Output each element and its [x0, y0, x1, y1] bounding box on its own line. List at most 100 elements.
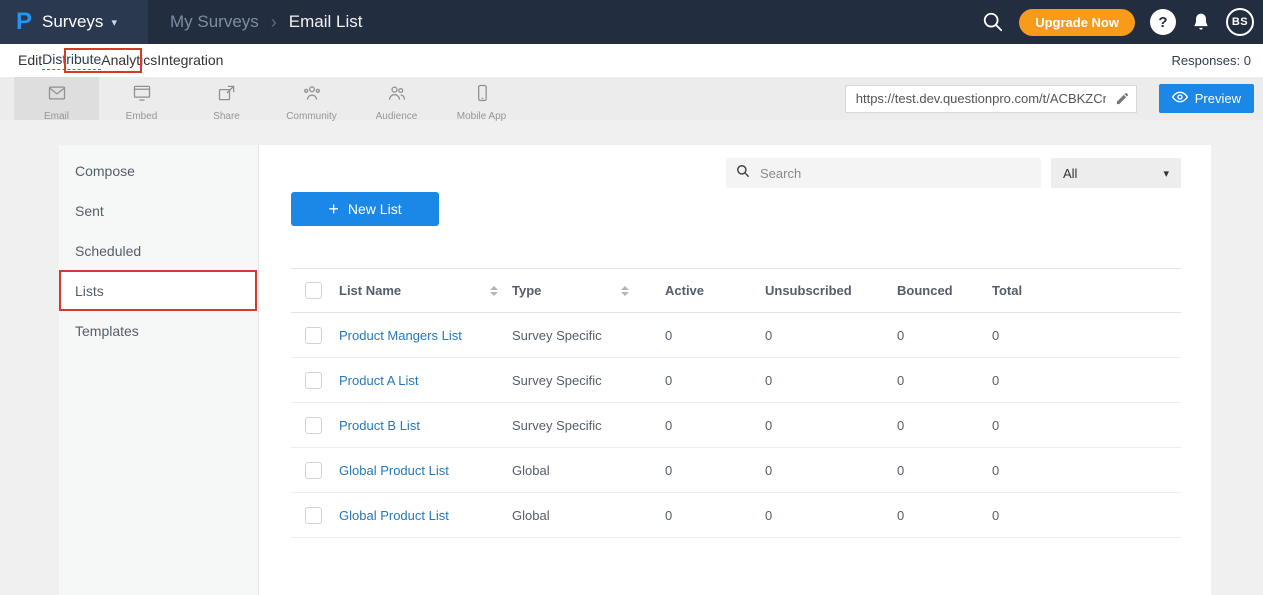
sort-icon[interactable] [621, 286, 629, 296]
breadcrumb: My Surveys › Email List [170, 12, 362, 33]
list-name-link[interactable]: Product Mangers List [339, 328, 462, 343]
active-count: 0 [665, 358, 765, 403]
preview-button[interactable]: Preview [1159, 84, 1254, 113]
list-name-link[interactable]: Product B List [339, 418, 420, 433]
tab-edit[interactable]: Edit [18, 52, 42, 70]
avatar[interactable]: BS [1226, 8, 1254, 36]
breadcrumb-my-surveys[interactable]: My Surveys [170, 12, 259, 32]
distribute-toolbar: Email Embed Share Community Audience Mob… [0, 77, 1263, 120]
row-checkbox[interactable] [305, 417, 322, 434]
share-icon [217, 83, 237, 108]
chevron-down-icon: ▾ [111, 16, 117, 29]
toolbar-item-audience[interactable]: Audience [354, 77, 439, 120]
list-name-link[interactable]: Global Product List [339, 508, 449, 523]
breadcrumb-email-list: Email List [289, 12, 363, 32]
table-row: Global Product List Global 0 0 0 0 [291, 493, 1181, 538]
responses-count: Responses: 0 [1172, 53, 1263, 68]
list-filter-dropdown[interactable]: All ▾ [1051, 158, 1181, 188]
lists-table: List Name Type Active Unsubscribed Bounc… [291, 268, 1181, 538]
embed-icon [132, 83, 152, 108]
col-header-type: Type [512, 283, 541, 298]
toolbar-item-share[interactable]: Share [184, 77, 269, 120]
toolbar-item-embed[interactable]: Embed [99, 77, 184, 120]
active-count: 0 [665, 313, 765, 358]
search-icon [736, 164, 750, 183]
row-checkbox[interactable] [305, 372, 322, 389]
table-row: Product A List Survey Specific 0 0 0 0 [291, 358, 1181, 403]
list-type: Survey Specific [512, 403, 665, 448]
help-button[interactable]: ? [1150, 9, 1176, 35]
sidebar-item-lists[interactable]: Lists [59, 271, 258, 311]
row-checkbox[interactable] [305, 327, 322, 344]
sidebar-item-scheduled[interactable]: Scheduled [59, 231, 258, 271]
plus-icon: + [328, 200, 339, 218]
row-checkbox[interactable] [305, 507, 322, 524]
list-name-link[interactable]: Global Product List [339, 463, 449, 478]
table-row: Product Mangers List Survey Specific 0 0… [291, 313, 1181, 358]
edit-url-pencil-icon[interactable] [1115, 91, 1130, 111]
table-header-row: List Name Type Active Unsubscribed Bounc… [291, 269, 1181, 313]
col-header-total: Total [992, 269, 1181, 313]
table-row: Product B List Survey Specific 0 0 0 0 [291, 403, 1181, 448]
total-count: 0 [992, 403, 1181, 448]
notifications-bell-icon[interactable] [1191, 12, 1211, 32]
survey-nav-tabs: Edit Distribute Analytics Integration Re… [0, 44, 1263, 77]
eye-icon [1172, 89, 1188, 108]
col-header-list-name: List Name [339, 283, 401, 298]
unsubscribed-count: 0 [765, 403, 897, 448]
toolbar-item-mobile-app[interactable]: Mobile App [439, 77, 524, 120]
sidebar-item-compose[interactable]: Compose [59, 151, 258, 191]
select-all-checkbox[interactable] [305, 282, 322, 299]
list-type: Survey Specific [512, 358, 665, 403]
total-count: 0 [992, 358, 1181, 403]
sort-icon[interactable] [490, 286, 498, 296]
distribute-channels: Email Embed Share Community Audience Mob… [14, 77, 524, 120]
total-count: 0 [992, 448, 1181, 493]
lists-content: All ▾ + New List [259, 145, 1211, 595]
sidebar-item-sent[interactable]: Sent [59, 191, 258, 231]
total-count: 0 [992, 493, 1181, 538]
questionpro-logo-icon: P [16, 10, 32, 34]
survey-url-input[interactable] [845, 85, 1137, 113]
list-controls: All ▾ [291, 158, 1181, 188]
active-count: 0 [665, 403, 765, 448]
tab-analytics[interactable]: Analytics [101, 52, 157, 70]
breadcrumb-separator: › [271, 12, 277, 33]
bounced-count: 0 [897, 403, 992, 448]
tab-integration[interactable]: Integration [157, 52, 223, 70]
table-row: Global Product List Global 0 0 0 0 [291, 448, 1181, 493]
tab-distribute[interactable]: Distribute [42, 51, 101, 70]
toolbar-item-email[interactable]: Email [14, 77, 99, 120]
toolbar-right: Preview [845, 77, 1263, 120]
bounced-count: 0 [897, 313, 992, 358]
survey-url-field [845, 85, 1137, 113]
unsubscribed-count: 0 [765, 448, 897, 493]
list-type: Global [512, 493, 665, 538]
list-search-box [726, 158, 1041, 188]
upgrade-now-button[interactable]: Upgrade Now [1019, 9, 1135, 36]
new-list-button[interactable]: + New List [291, 192, 439, 226]
list-type: Global [512, 448, 665, 493]
email-icon [47, 83, 67, 108]
bounced-count: 0 [897, 493, 992, 538]
community-icon [302, 83, 322, 108]
list-name-link[interactable]: Product A List [339, 373, 419, 388]
mobile-app-icon [472, 83, 492, 108]
list-search-input[interactable] [758, 165, 1031, 182]
unsubscribed-count: 0 [765, 313, 897, 358]
bounced-count: 0 [897, 358, 992, 403]
search-icon[interactable] [982, 11, 1004, 33]
unsubscribed-count: 0 [765, 358, 897, 403]
main-area: Compose Sent Scheduled Lists Templates A… [0, 120, 1263, 595]
row-checkbox[interactable] [305, 462, 322, 479]
col-header-bounced: Bounced [897, 269, 992, 313]
bounced-count: 0 [897, 448, 992, 493]
page: P Surveys ▾ My Surveys › Email List Upgr… [0, 0, 1263, 595]
product-name: Surveys [42, 12, 103, 32]
unsubscribed-count: 0 [765, 493, 897, 538]
sidebar-item-templates[interactable]: Templates [59, 311, 258, 351]
toolbar-item-community[interactable]: Community [269, 77, 354, 120]
product-switcher[interactable]: P Surveys ▾ [0, 0, 148, 44]
help-icon: ? [1158, 14, 1167, 31]
email-sidebar: Compose Sent Scheduled Lists Templates [59, 145, 259, 595]
